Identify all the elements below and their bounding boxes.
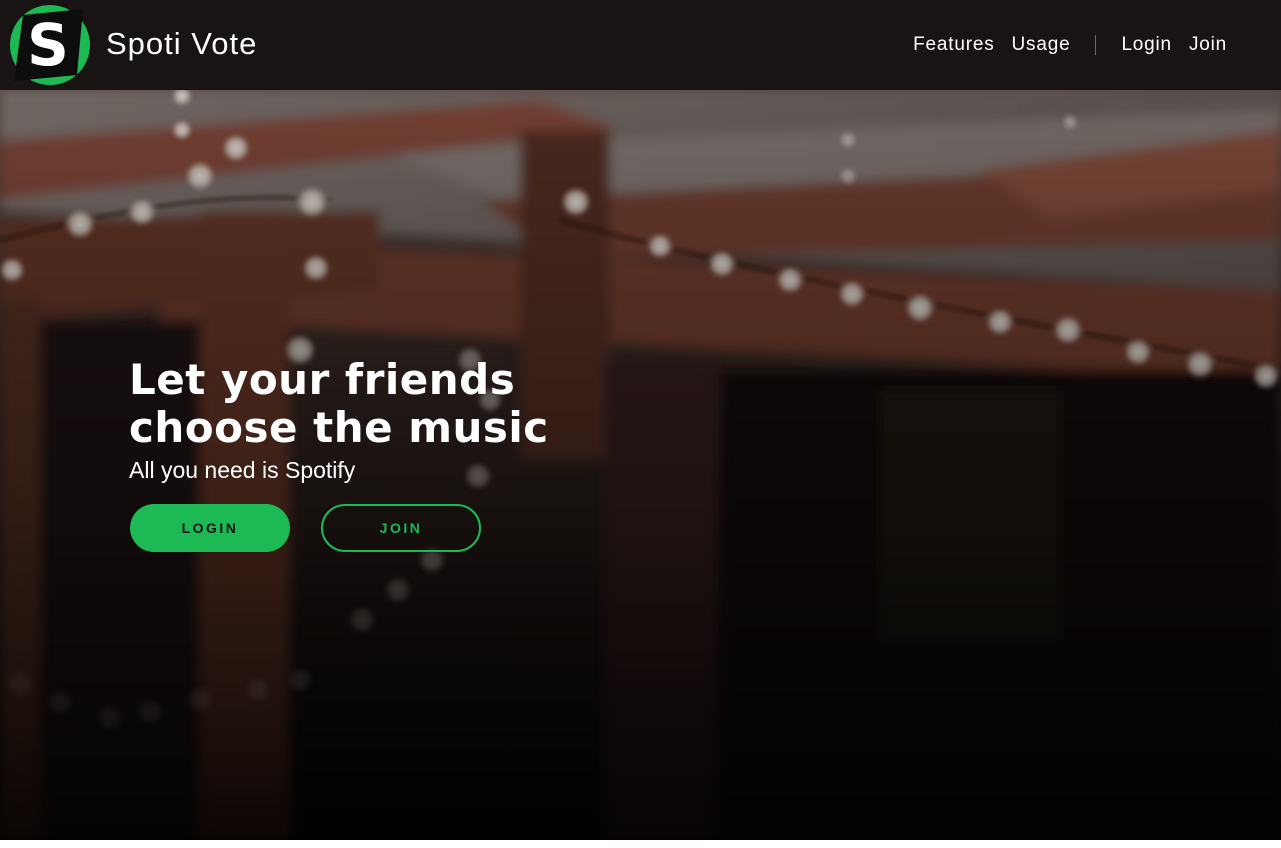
hero-buttons: LOGIN JOIN — [130, 504, 481, 552]
nav-link-features[interactable]: Features — [913, 32, 994, 58]
join-button[interactable]: JOIN — [321, 504, 481, 552]
nav-link-login[interactable]: Login — [1121, 32, 1172, 58]
spotivote-logo-icon[interactable]: S — [10, 5, 90, 85]
page-bottom-strip — [0, 840, 1281, 848]
hero-content: Let your friends choose the music All yo… — [129, 356, 729, 484]
hero-title: Let your friends choose the music — [129, 356, 729, 452]
navbar: S Spoti Vote Features Usage Login Join — [0, 0, 1281, 90]
hero-title-line-1: Let your friends — [129, 355, 516, 404]
nav-links: Features Usage Login Join — [913, 32, 1227, 58]
hero-title-line-2: choose the music — [129, 403, 549, 452]
brand-name[interactable]: Spoti Vote — [106, 24, 257, 64]
hero-section: Let your friends choose the music All yo… — [0, 90, 1281, 840]
hero-subtitle: All you need is Spotify — [129, 457, 356, 483]
nav-link-join[interactable]: Join — [1189, 32, 1227, 58]
nav-link-usage[interactable]: Usage — [1012, 32, 1071, 58]
login-button[interactable]: LOGIN — [130, 504, 290, 552]
landing-page: S Spoti Vote Features Usage Login Join L… — [0, 0, 1281, 848]
svg-text:S: S — [27, 11, 69, 79]
nav-divider — [1095, 35, 1097, 55]
